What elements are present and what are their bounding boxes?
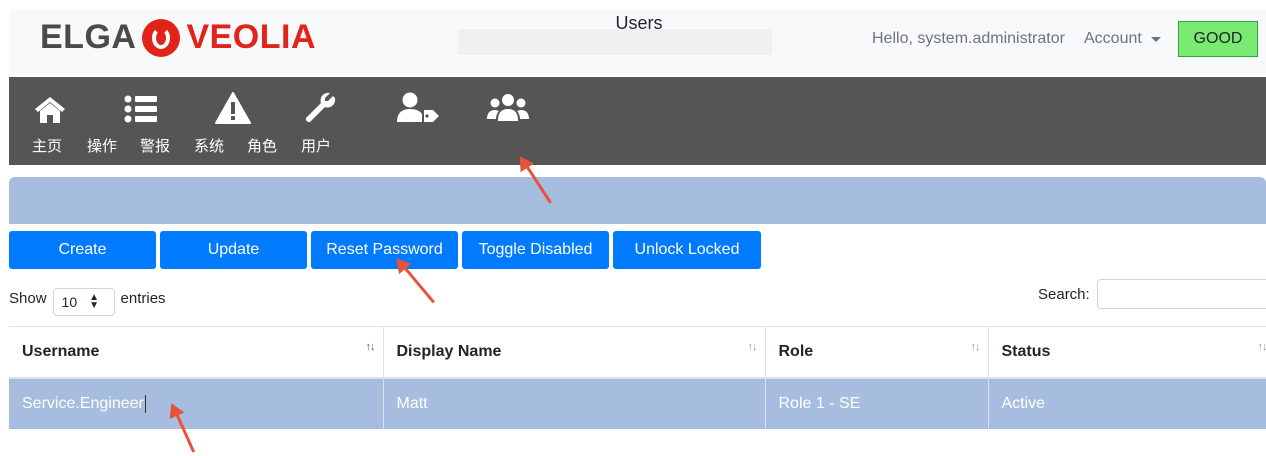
sort-icon: ↑↓ [1258,341,1266,353]
column-header-display-name[interactable]: Display Name ↑↓ [383,327,765,379]
reset-password-button[interactable]: Reset Password [311,231,458,269]
cell-role: Role 1 - SE [765,378,988,429]
sort-icon: ↑↓ [366,341,375,353]
nav-label: 角色 [247,135,277,156]
column-label: Status [1002,343,1051,360]
nav-label: 警报 [140,135,170,156]
nav-label: 系统 [194,135,224,156]
main-navbar: 主页 操作 警报 系统 角色 [9,77,1266,165]
entries-label: entries [121,290,166,307]
username-value: Service.Engineer [22,395,144,412]
show-label: Show [9,290,47,307]
nav-label: 用户 [301,135,331,156]
sort-icon: ↑↓ [748,341,757,353]
nav-item-operations[interactable]: 操作 [85,77,129,165]
page-size-control: Show 10 ▲▼ entries [9,284,166,312]
users-panel-header [9,177,1266,224]
cell-username: Service.Engineer [9,378,383,429]
create-button[interactable]: Create [9,231,156,269]
users-icon [487,94,529,122]
update-button[interactable]: Update [160,231,307,269]
column-label: Display Name [397,343,502,360]
table-header-row: Username ↑↓ Display Name ↑↓ Role ↑↓ Status ↑… [9,327,1266,379]
user-tag-icon [396,92,440,124]
table-row[interactable]: Service.Engineer Matt Role 1 - SE Active [9,378,1266,429]
users-table: Username ↑↓ Display Name ↑↓ Role ↑↓ Status ↑… [9,326,1266,429]
nav-item-roles[interactable]: 角色 [247,77,287,165]
text-cursor [145,395,146,413]
page-size-select[interactable]: 10 ▲▼ [53,288,115,316]
column-header-username[interactable]: Username ↑↓ [9,327,383,379]
search-label: Search: [1038,286,1090,303]
home-icon [33,94,67,124]
column-label: Username [22,343,99,360]
column-label: Role [779,343,814,360]
search-input[interactable] [1097,279,1266,309]
column-header-role[interactable]: Role ↑↓ [765,327,988,379]
cell-status: Active [988,378,1266,429]
nav-item-users[interactable]: 用户 [301,77,341,165]
unlock-locked-button[interactable]: Unlock Locked [613,231,761,269]
nav-label: 主页 [32,135,62,156]
sort-icon: ↑↓ [971,341,980,353]
panel-title: Users [0,0,1266,47]
nav-item-home[interactable]: 主页 [29,77,69,165]
column-header-status[interactable]: Status ↑↓ [988,327,1266,379]
cell-display-name: Matt [383,378,765,429]
toggle-disabled-button[interactable]: Toggle Disabled [462,231,609,269]
page-size-value: 10 [62,294,78,310]
nav-item-system[interactable]: 系统 [194,77,234,165]
nav-item-alarms[interactable]: 警报 [140,77,180,165]
updown-icon: ▲▼ [89,294,99,310]
nav-label: 操作 [87,135,117,156]
